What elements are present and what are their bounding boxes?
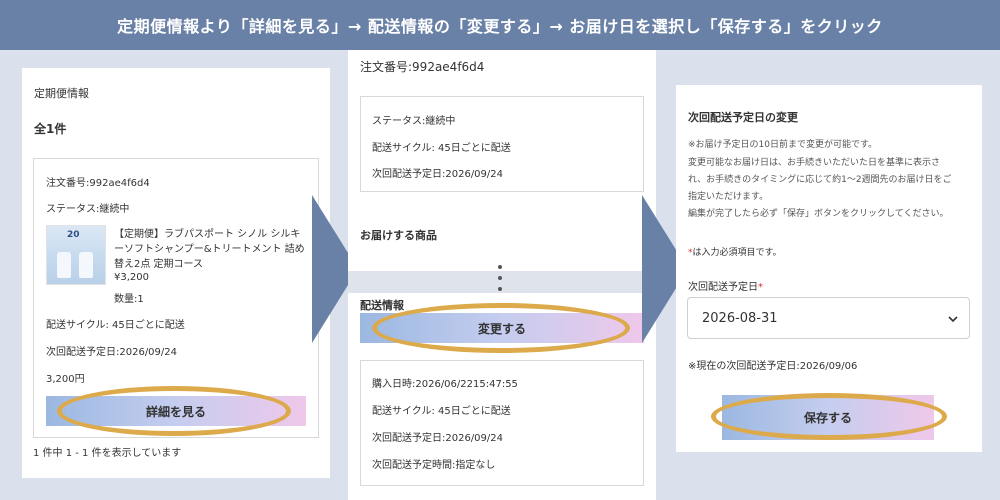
- order-number: 注文番号:992ae4f6d4: [46, 178, 150, 189]
- change-date-heading: 次回配送予定日の変更: [688, 111, 798, 124]
- change-shipping-label: 変更する: [477, 321, 526, 336]
- product-pouch-image: [57, 252, 71, 278]
- date-field-label: 次回配送予定日*: [688, 278, 763, 293]
- product-thumbnail: 20: [46, 225, 106, 285]
- thumbnail-badge: 20: [67, 230, 80, 240]
- instruction-text: 定期便情報より「詳細を見る」→ 配送情報の「変更する」→ お届け日を選択し「保存…: [117, 17, 883, 36]
- section-separator: [348, 271, 656, 293]
- delivery-cycle: 配送サイクル: 45日ごとに配送: [46, 320, 185, 331]
- save-button[interactable]: 保存する: [722, 395, 934, 440]
- vertical-dots-icon: [498, 265, 502, 269]
- required-note-text: は入力必須項目です。: [692, 248, 782, 258]
- product-name-line[interactable]: 替え2点 定期コース: [114, 255, 203, 270]
- product-name-line[interactable]: 【定期便】ラブパスポート シノル シルキ: [114, 225, 300, 240]
- date-field-label-text: 次回配送予定日: [688, 282, 758, 293]
- notice-line: 編集が完了したら必ず「保存」ボタンをクリックしてください。: [688, 209, 949, 219]
- shipping-time: 次回配送予定時間:指定なし: [372, 460, 496, 471]
- vertical-dots-icon: [498, 276, 502, 280]
- save-button-label: 保存する: [803, 411, 852, 425]
- delivery-date-select[interactable]: 2026-08-31: [687, 297, 970, 339]
- subscription-count: 全1件: [34, 122, 67, 136]
- required-asterisk: *: [758, 282, 763, 293]
- selected-date: 2026-08-31: [702, 311, 778, 326]
- product-name-line[interactable]: ーソフトシャンプー&トリートメント 詰め: [114, 240, 305, 255]
- current-next-date: ※現在の次回配送予定日:2026/09/06: [688, 361, 858, 372]
- pagination-info: 1 件中 1 - 1 件を表示しています: [33, 448, 182, 459]
- notice-line: ※お届け予定日の10日前まで変更が可能です。: [688, 140, 878, 150]
- order-total: 3,200円: [46, 374, 85, 385]
- notice-line: 指定いただけます。: [688, 192, 769, 202]
- product-price: ¥3,200: [114, 272, 149, 283]
- product-pouch-image: [79, 252, 93, 278]
- vertical-dots-icon: [498, 287, 502, 291]
- change-shipping-button[interactable]: 変更する: [360, 313, 644, 343]
- required-note: *は入力必須項目です。: [688, 245, 782, 258]
- notice-line: 変更可能なお届け日は、お手続きいただいた日を基準に表示さ: [688, 158, 941, 168]
- detail-order-number: 注文番号:992ae4f6d4: [360, 60, 485, 74]
- next-delivery-date: 次回配送予定日:2026/09/24: [46, 347, 178, 358]
- detail-next-date: 次回配送予定日:2026/09/24: [372, 169, 504, 180]
- notice-line: れ、お手続きのタイミングに応じて約1～2週間先のお届け日をご: [688, 175, 952, 185]
- subscription-heading: 定期便情報: [34, 87, 89, 100]
- shipping-cycle: 配送サイクル: 45日ごとに配送: [372, 406, 511, 417]
- shipping-section-heading: 配送情報: [360, 299, 404, 312]
- product-quantity: 数量:1: [114, 294, 144, 305]
- detail-status: ステータス:継続中: [372, 116, 456, 127]
- chevron-down-icon: [948, 316, 958, 323]
- view-details-button[interactable]: 詳細を見る: [46, 396, 306, 426]
- items-section-heading: お届けする商品: [360, 229, 437, 242]
- detail-cycle: 配送サイクル: 45日ごとに配送: [372, 143, 511, 154]
- shipping-next-date: 次回配送予定日:2026/09/24: [372, 433, 504, 444]
- view-details-label: 詳細を見る: [145, 404, 206, 419]
- purchase-datetime: 購入日時:2026/06/2215:47:55: [372, 379, 518, 390]
- order-status: ステータス:継続中: [46, 204, 130, 215]
- instruction-banner: 定期便情報より「詳細を見る」→ 配送情報の「変更する」→ お届け日を選択し「保存…: [0, 0, 1000, 50]
